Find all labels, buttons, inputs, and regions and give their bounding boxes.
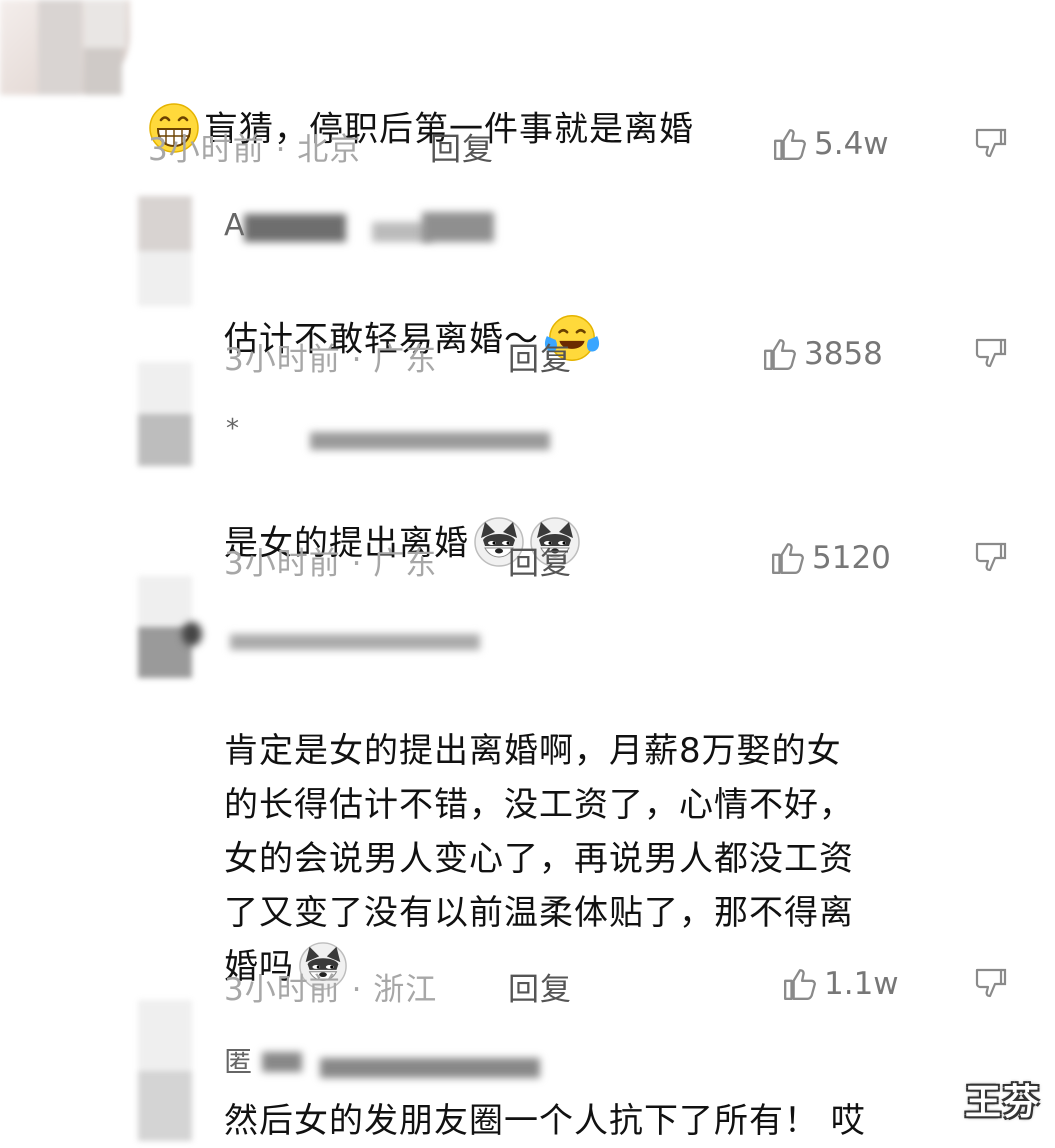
comment-meta: 3小时前 · 浙江	[224, 972, 438, 1008]
thumb-down-icon[interactable]	[974, 540, 1008, 578]
comment-meta: 3小时前 · 北京	[148, 132, 362, 168]
thumb-down-icon[interactable]	[974, 126, 1008, 164]
like-button[interactable]: 3858	[762, 336, 883, 372]
avatar[interactable]	[138, 196, 192, 306]
like-button[interactable]: 5.4w	[772, 126, 889, 162]
like-count: 5120	[812, 540, 891, 576]
author-name-blur	[320, 1058, 540, 1078]
author-name-blur	[244, 214, 346, 242]
thumb-up-icon	[782, 966, 818, 1002]
avatar[interactable]	[138, 1000, 192, 1141]
author-name-blur	[310, 432, 550, 450]
like-button[interactable]: 5120	[770, 540, 891, 576]
like-count: 5.4w	[814, 126, 889, 162]
thumb-up-icon	[762, 336, 798, 372]
like-count: 3858	[804, 336, 883, 372]
reply-button[interactable]: 回复	[508, 538, 572, 583]
reply-button[interactable]: 回复	[508, 964, 572, 1009]
author-name[interactable]: 匿	[224, 1040, 252, 1080]
watermark: 王芬	[964, 1082, 1041, 1123]
thumb-down-icon[interactable]	[974, 336, 1008, 374]
comment-meta: 3小时前 · 广东	[224, 546, 438, 582]
avatar[interactable]	[0, 0, 130, 95]
author-name[interactable]: *	[226, 414, 239, 444]
author-name-blur	[230, 634, 480, 650]
comment-meta: 3小时前 · 广东	[224, 342, 438, 378]
reply-button[interactable]: 回复	[430, 124, 494, 169]
like-count: 1.1w	[824, 966, 899, 1002]
thumb-up-icon	[772, 126, 808, 162]
avatar[interactable]	[138, 362, 192, 466]
author-name[interactable]: A	[224, 208, 245, 243]
like-button[interactable]: 1.1w	[782, 966, 899, 1002]
comment-text: 然后女的发朋友圈一个人抗下了所有！ 哎	[224, 1101, 866, 1141]
thumb-down-icon[interactable]	[974, 966, 1008, 1004]
thumb-up-icon	[770, 540, 806, 576]
reply-button[interactable]: 回复	[508, 334, 572, 379]
